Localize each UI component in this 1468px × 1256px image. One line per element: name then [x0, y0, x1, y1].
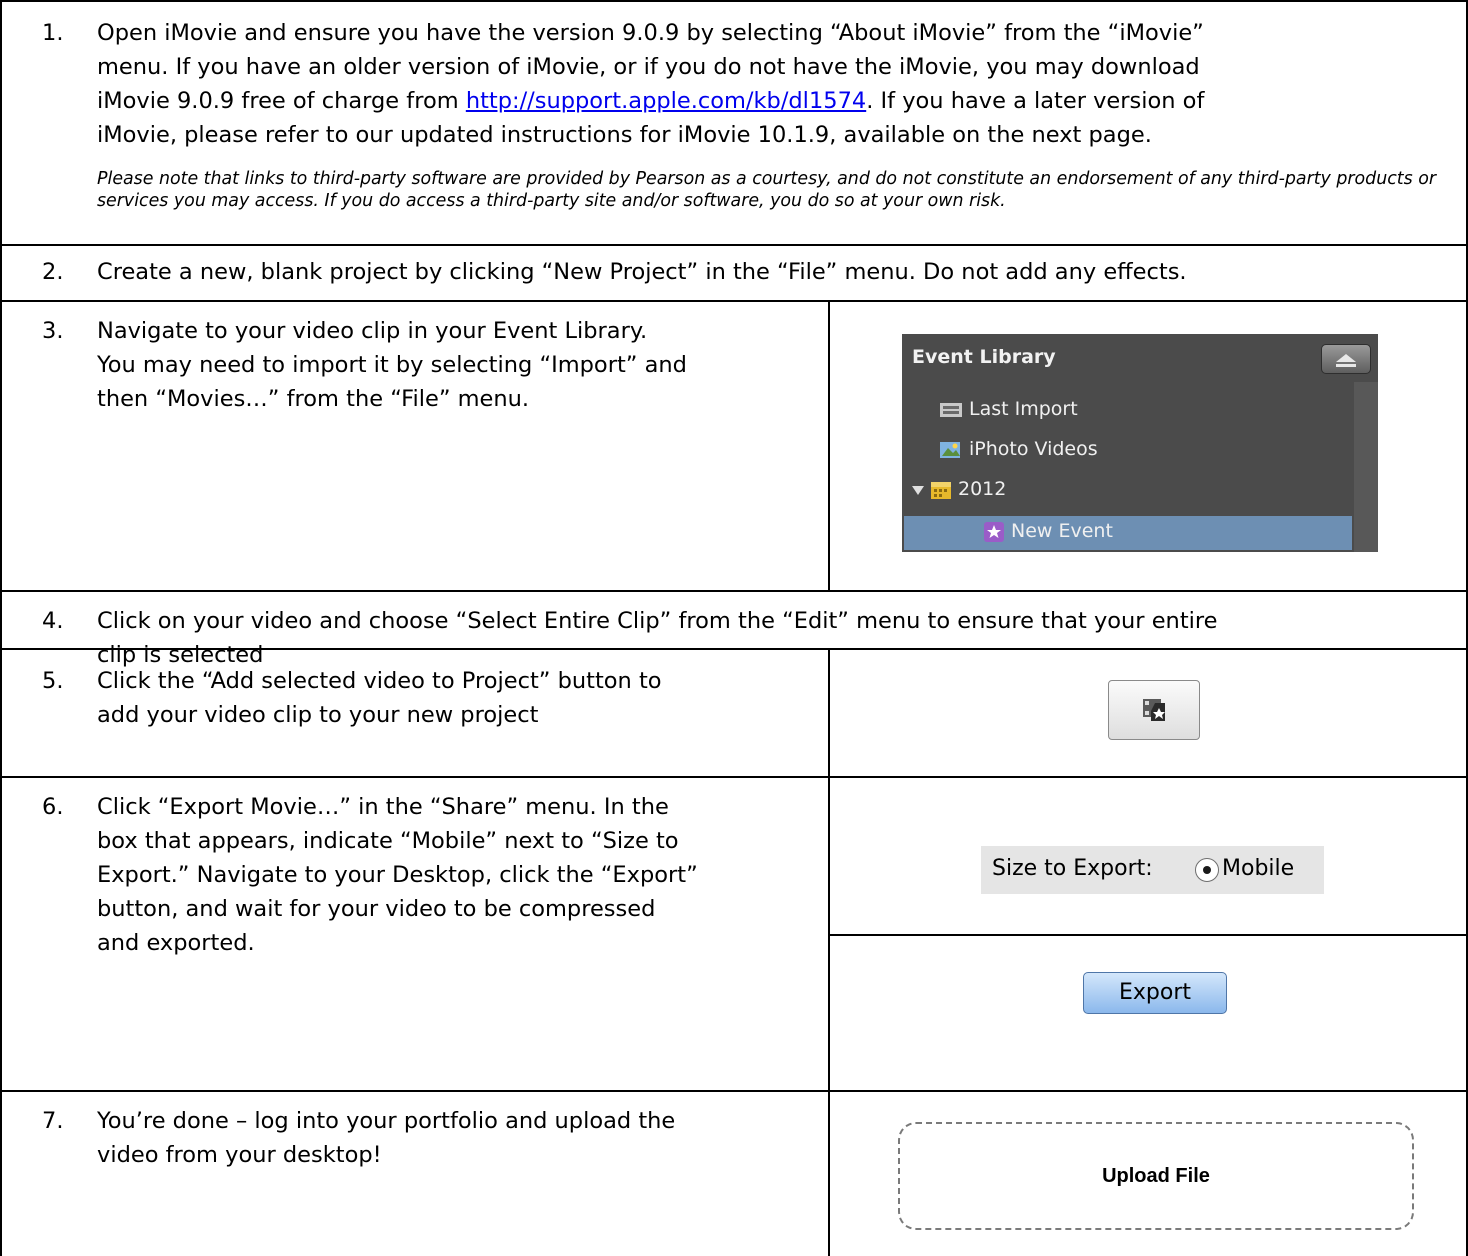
mobile-radio[interactable] — [1195, 858, 1219, 882]
library-item-2012[interactable]: 2012 — [912, 478, 1006, 500]
size-to-export-label: Size to Export: — [992, 856, 1153, 881]
text-line: box that appears, indicate “Mobile” next… — [97, 828, 679, 854]
film-strip-icon — [940, 402, 962, 417]
mobile-option-label: Mobile — [1222, 856, 1295, 881]
table-border-top — [0, 0, 1468, 2]
library-item-label: New Event — [1011, 520, 1113, 542]
step-text: Click “Export Movie…” in the “Share” men… — [97, 792, 698, 958]
library-item-label: iPhoto Videos — [969, 438, 1098, 460]
text-line: then “Movies…” from the “File” menu. — [97, 386, 530, 412]
row-divider — [0, 776, 1468, 778]
step-text: Navigate to your video clip in your Even… — [97, 316, 687, 414]
step-number: 2. — [42, 259, 64, 285]
step-text: Click on your video and choose “Select E… — [97, 606, 1218, 670]
text-line: add your video clip to your new project — [97, 702, 539, 728]
text-line: Open iMovie and ensure you have the vers… — [97, 20, 1204, 46]
text-line: button, and wait for your video to be co… — [97, 896, 656, 922]
row-divider — [0, 244, 1468, 246]
table-border-left — [0, 0, 2, 1256]
step-number: 7. — [42, 1108, 64, 1134]
step-number: 5. — [42, 668, 64, 694]
calendar-icon — [931, 481, 951, 499]
upload-file-dropzone[interactable]: Upload File — [898, 1122, 1414, 1230]
column-divider — [828, 648, 830, 1256]
text-line: Click on your video and choose “Select E… — [97, 608, 1218, 634]
row-divider — [0, 300, 1468, 302]
instructions-document: 1. Open iMovie and ensure you have the v… — [0, 0, 1468, 1256]
library-item-label: 2012 — [958, 478, 1007, 500]
row-divider — [0, 590, 1468, 592]
disclosure-triangle-icon — [912, 485, 924, 495]
library-item-last-import[interactable]: Last Import — [940, 398, 1078, 420]
apple-support-link[interactable]: http://support.apple.com/kb/dl1574 — [466, 88, 866, 114]
size-to-export-option: Size to Export: Mobile — [981, 846, 1324, 894]
library-item-label: Last Import — [969, 398, 1078, 420]
text-line: Navigate to your video clip in your Even… — [97, 318, 648, 344]
text-fragment: iMovie 9.0.9 free of charge from — [97, 88, 466, 114]
export-button[interactable]: Export — [1083, 972, 1227, 1014]
scrollbar[interactable] — [1354, 382, 1378, 552]
step-number: 6. — [42, 794, 64, 820]
step-text: You’re done – log into your portfolio an… — [97, 1106, 675, 1170]
text-line: Export.” Navigate to your Desktop, click… — [97, 862, 698, 888]
text-line: video from your desktop! — [97, 1142, 382, 1168]
event-library-panel: Event Library Last Import iPhoto Videos … — [902, 334, 1378, 552]
step-number: 1. — [42, 20, 64, 46]
add-to-project-icon — [1143, 699, 1165, 721]
text-line: Click the “Add selected video to Project… — [97, 668, 662, 694]
column-divider — [828, 300, 830, 590]
text-line: menu. If you have an older version of iM… — [97, 54, 1200, 80]
text-line: You’re done – log into your portfolio an… — [97, 1108, 676, 1134]
add-to-project-button[interactable] — [1108, 680, 1200, 740]
library-item-new-event[interactable]: New Event — [984, 520, 1113, 542]
step-number: 3. — [42, 318, 64, 344]
step-text: Click the “Add selected video to Project… — [97, 666, 662, 730]
eject-button[interactable] — [1321, 344, 1371, 374]
disclaimer-note: Please note that links to third-party so… — [97, 169, 1437, 211]
row-divider — [0, 1090, 1468, 1092]
step-text: Create a new, blank project by clicking … — [97, 259, 1187, 285]
iphoto-icon — [940, 441, 960, 458]
eject-icon — [1336, 354, 1356, 367]
cell-divider — [828, 934, 1468, 936]
step-text: Open iMovie and ensure you have the vers… — [97, 18, 1204, 150]
text-line: You may need to import it by selecting “… — [97, 352, 687, 378]
text-line: iMovie, please refer to our updated inst… — [97, 122, 1152, 148]
text-fragment: . If you have a later version of — [866, 88, 1205, 114]
step-number: 4. — [42, 608, 64, 634]
text-line: Click “Export Movie…” in the “Share” men… — [97, 794, 669, 820]
library-item-iphoto-videos[interactable]: iPhoto Videos — [940, 438, 1098, 460]
star-event-icon — [984, 521, 1004, 542]
text-line: and exported. — [97, 930, 255, 956]
event-library-title: Event Library — [912, 346, 1056, 368]
selection-highlight — [904, 516, 1352, 550]
text-line: iMovie 9.0.9 free of charge from http://… — [97, 86, 1204, 116]
